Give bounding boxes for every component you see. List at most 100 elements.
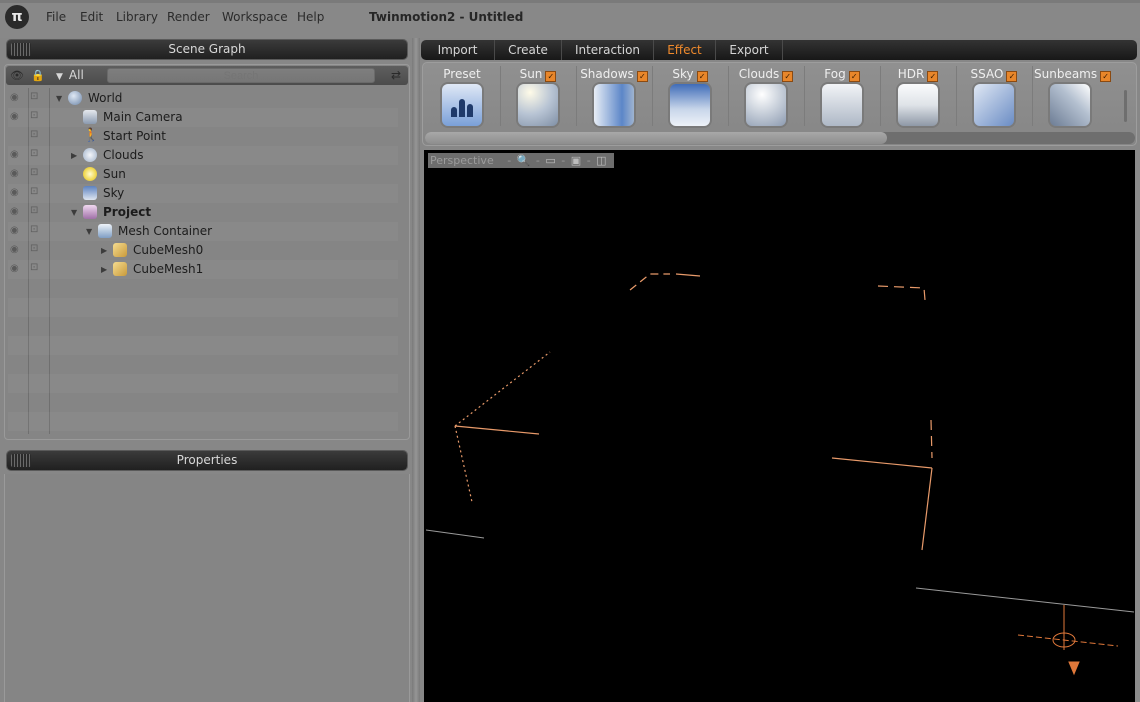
3d-viewport[interactable] (424, 150, 1135, 702)
lock-icon[interactable]: ⊡ (30, 91, 38, 102)
lock-icon[interactable]: ⊡ (30, 224, 38, 235)
visibility-eye-icon[interactable]: ◉ (10, 187, 19, 198)
tree-row[interactable]: ◉ ⊡ ▼ World (8, 89, 398, 108)
visibility-eye-icon[interactable]: ◉ (10, 225, 19, 236)
view-mode-label[interactable]: Perspective (430, 154, 494, 167)
expand-arrow-icon[interactable]: ▶ (71, 151, 77, 160)
tree-row[interactable]: ◉ ⊡ Sky (8, 184, 398, 203)
effect-sunbeams[interactable]: Sunbeams ✓ (1034, 66, 1112, 130)
menu-workspace[interactable]: Workspace (222, 10, 288, 24)
effect-checkbox[interactable]: ✓ (1006, 71, 1018, 82)
effect-checkbox[interactable]: ✓ (696, 71, 708, 82)
visibility-eye-icon[interactable]: ◉ (10, 168, 19, 179)
menu-library[interactable]: Library (116, 10, 158, 24)
effect-thumbnail[interactable] (442, 84, 482, 126)
tree-item-label: Clouds (103, 148, 144, 162)
tab-interaction[interactable]: Interaction (562, 40, 654, 60)
visibility-eye-icon[interactable]: ◉ (10, 263, 19, 274)
tab-create[interactable]: Create (495, 40, 562, 60)
effect-label: HDR (897, 67, 925, 81)
visibility-eye-icon[interactable]: ◉ (10, 149, 19, 160)
lock-toggle-all-icon[interactable]: 🔒 (31, 69, 45, 82)
menu-edit[interactable]: Edit (80, 10, 103, 24)
tree-row[interactable]: ◉ ⊡ ▶ Clouds (8, 146, 398, 165)
lock-icon[interactable]: ⊡ (30, 129, 38, 140)
effect-checkbox[interactable]: ✓ (1100, 71, 1112, 82)
lock-icon[interactable]: ⊡ (30, 205, 38, 216)
effects-vertical-scrollbar[interactable] (1124, 90, 1127, 122)
effect-ssao[interactable]: SSAO ✓ (958, 66, 1030, 130)
tree-item-label: Sky (103, 186, 125, 200)
effect-checkbox[interactable]: ✓ (782, 71, 794, 82)
tab-import[interactable]: Import (421, 40, 495, 60)
effect-thumbnail[interactable] (670, 84, 710, 126)
tree-row[interactable]: ◉ ⊡ Main Camera (8, 108, 398, 127)
lock-icon[interactable]: ⊡ (30, 186, 38, 197)
effect-thumbnail[interactable] (1050, 84, 1090, 126)
effect-thumbnail[interactable] (594, 84, 634, 126)
lock-icon[interactable]: ⊡ (30, 167, 38, 178)
properties-header[interactable]: Properties (7, 451, 407, 470)
effects-scrollbar-thumb[interactable] (425, 132, 887, 144)
effect-checkbox[interactable]: ✓ (636, 71, 648, 82)
effect-sun[interactable]: Sun ✓ (502, 66, 574, 130)
menu-render[interactable]: Render (167, 10, 210, 24)
effect-checkbox[interactable]: ✓ (848, 71, 860, 82)
effect-sky[interactable]: Sky ✓ (654, 66, 726, 130)
lock-icon[interactable]: ⊡ (30, 148, 38, 159)
menu-help[interactable]: Help (297, 10, 324, 24)
effect-preset[interactable]: Preset (426, 66, 498, 130)
effect-clouds[interactable]: Clouds ✓ (730, 66, 802, 130)
camera-icon[interactable]: ▣ (571, 154, 581, 167)
tab-export[interactable]: Export (716, 40, 783, 60)
collapse-arrow-icon[interactable]: ▼ (86, 227, 92, 236)
zoom-icon[interactable]: 🔍 (517, 154, 531, 167)
effect-hdr[interactable]: HDR ✓ (882, 66, 954, 130)
tree-row-empty (8, 393, 398, 412)
tree-item-label: Main Camera (103, 110, 183, 124)
drag-grip-icon[interactable] (11, 43, 31, 56)
effect-thumbnail[interactable] (822, 84, 862, 126)
effect-thumbnail[interactable] (518, 84, 558, 126)
effect-thumbnail[interactable] (746, 84, 786, 126)
visibility-eye-icon[interactable]: ◉ (10, 244, 19, 255)
twinmotion-logo-icon[interactable]: π (5, 5, 29, 29)
effect-thumbnail[interactable] (898, 84, 938, 126)
refresh-icon[interactable]: ⇄ (391, 68, 401, 82)
effect-fog[interactable]: Fog ✓ (806, 66, 878, 130)
effect-label: Sky (672, 67, 694, 81)
collapse-arrow-icon[interactable]: ▼ (71, 208, 77, 217)
visibility-eye-icon[interactable]: ◉ (10, 206, 19, 217)
visibility-eye-icon[interactable]: ◉ (10, 111, 19, 122)
effect-checkbox[interactable]: ✓ (927, 71, 939, 82)
scene-graph-header[interactable]: Scene Graph (7, 40, 407, 59)
effect-thumbnail[interactable] (974, 84, 1014, 126)
tree-item-label: CubeMesh0 (133, 243, 204, 257)
expand-arrow-icon[interactable]: ▶ (101, 265, 107, 274)
tree-row[interactable]: ◉ ⊡ ▶ CubeMesh1 (8, 260, 398, 279)
lock-icon[interactable]: ⊡ (30, 262, 38, 273)
lock-icon[interactable]: ⊡ (30, 110, 38, 121)
visibility-eye-icon[interactable]: ◉ (10, 92, 19, 103)
tree-row[interactable]: ◉ ⊡ ▼ Mesh Container (8, 222, 398, 241)
lock-icon[interactable]: ⊡ (30, 243, 38, 254)
tree-row[interactable]: ◉ ⊡ Sun (8, 165, 398, 184)
drag-grip-icon[interactable] (11, 454, 31, 467)
wire-edge (454, 425, 473, 503)
visibility-toggle-all-icon[interactable]: 👁 (10, 69, 24, 82)
effect-shadows[interactable]: Shadows ✓ (578, 66, 650, 130)
tree-row[interactable]: ◉ ⊡ ▼ Project (8, 203, 398, 222)
menu-file[interactable]: File (46, 10, 66, 24)
panel-splitter[interactable] (412, 38, 420, 702)
expand-arrow-icon[interactable]: ▶ (101, 246, 107, 255)
lock-view-icon[interactable]: ▭ (545, 154, 555, 167)
effect-label: Preset (443, 67, 481, 81)
tab-effect[interactable]: Effect (654, 40, 716, 60)
scene-search-input[interactable] (107, 68, 375, 83)
tree-row[interactable]: ◉ ⊡ ▶ CubeMesh0 (8, 241, 398, 260)
maximize-icon[interactable]: ◫ (596, 154, 606, 167)
effect-checkbox[interactable]: ✓ (545, 71, 557, 82)
tree-row[interactable]: ⊡ 🚶 Start Point (8, 127, 398, 146)
collapse-arrow-icon[interactable]: ▼ (56, 94, 62, 103)
filter-dropdown[interactable]: ▼ All (56, 68, 84, 82)
